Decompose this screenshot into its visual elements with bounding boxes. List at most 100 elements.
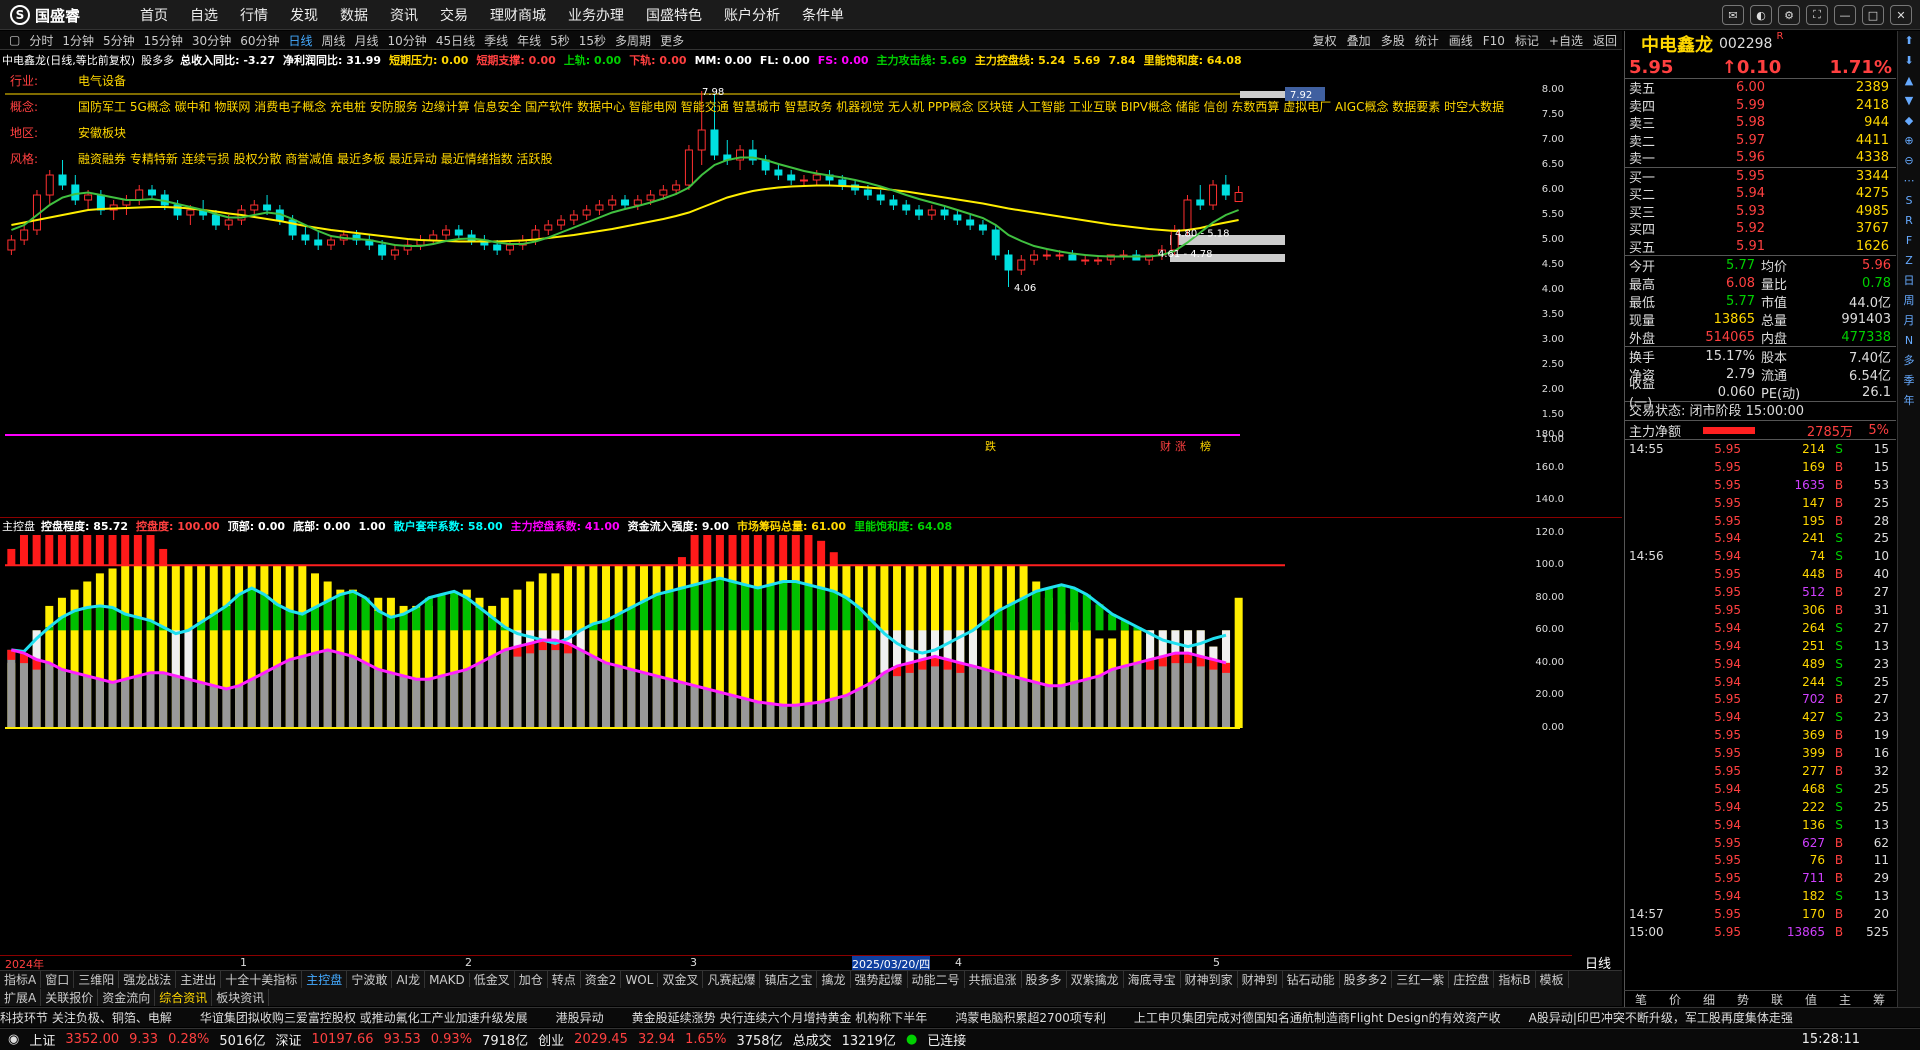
quote-tab[interactable]: 值: [1794, 991, 1828, 1008]
indicator-tab[interactable]: 股多多2: [1340, 971, 1393, 988]
period-tab[interactable]: 周线: [322, 32, 346, 49]
indicator-tab[interactable]: 镇店之宝: [760, 971, 818, 988]
period-tab[interactable]: 5秒: [550, 32, 570, 49]
indicator-tab[interactable]: 财神到: [1238, 971, 1283, 988]
quote-tab[interactable]: 筹: [1862, 991, 1896, 1008]
info-tab[interactable]: 资金流向: [98, 988, 156, 1006]
menu-item[interactable]: 发现: [290, 5, 318, 25]
side-tool[interactable]: 周: [1898, 291, 1920, 311]
side-tool[interactable]: Z: [1898, 251, 1920, 271]
indicator-name[interactable]: 股多多: [141, 54, 174, 67]
news-item[interactable]: 港股异动: [556, 1009, 604, 1026]
menu-item[interactable]: 账户分析: [724, 5, 780, 25]
period-tab[interactable]: 分时: [29, 32, 53, 49]
side-tool-icon[interactable]: ▲: [1898, 71, 1920, 91]
side-tool-icon[interactable]: ⊖: [1898, 151, 1920, 171]
indicator-tab[interactable]: 双紫擒龙: [1067, 971, 1124, 988]
period-tab[interactable]: 月线: [355, 32, 379, 49]
indicator-tab[interactable]: 动能二号: [908, 971, 965, 988]
indicator-tab[interactable]: 强龙战法: [119, 971, 177, 988]
quote-tab[interactable]: 笔: [1624, 991, 1658, 1008]
side-tool[interactable]: R: [1898, 211, 1920, 231]
side-tool-icon[interactable]: ⋯: [1898, 171, 1920, 191]
quote-tab[interactable]: 主: [1828, 991, 1862, 1008]
side-tool-icon[interactable]: ⬇: [1898, 51, 1920, 71]
side-tool-icon[interactable]: ◆: [1898, 111, 1920, 131]
chart-tool-button[interactable]: +自选: [1549, 32, 1583, 49]
indicator-tab[interactable]: 窗口: [41, 971, 75, 988]
indicator-tab[interactable]: 庄控盘: [1449, 971, 1495, 988]
indicator-tab[interactable]: 主控盘: [302, 971, 348, 988]
indicator-tab[interactable]: 财神到家: [1181, 971, 1238, 988]
news-item[interactable]: 上工申贝集团完成对德国知名通航制造商Flight Design的有效资产收: [1134, 1009, 1501, 1026]
menu-item[interactable]: 行情: [240, 5, 268, 25]
indicator-tab[interactable]: 凡赛起爆: [703, 971, 761, 988]
side-tool[interactable]: N: [1898, 331, 1920, 351]
period-tab[interactable]: 更多: [660, 32, 684, 49]
settings-icon[interactable]: ⚙: [1778, 5, 1800, 25]
side-tool-icon[interactable]: ⬆: [1898, 31, 1920, 51]
indicator-tab[interactable]: 加仓: [515, 971, 548, 988]
side-tool[interactable]: S: [1898, 191, 1920, 211]
info-tab[interactable]: 板块资讯: [212, 988, 270, 1006]
quote-tab[interactable]: 价: [1658, 991, 1692, 1008]
message-icon[interactable]: ✉: [1722, 5, 1744, 25]
news-item[interactable]: 黄金股延续涨势 央行连续六个月增持黄金 机构称下半年: [632, 1009, 928, 1026]
news-item[interactable]: A股异动|印巴冲突不断升级，军工股再度集体走强: [1529, 1009, 1793, 1026]
tick-list[interactable]: 14:55 5.95 214 S 15 5.95 169 B 15 5.95 1635 B 53 5.95…: [1625, 440, 1896, 941]
indicator-tab[interactable]: 指标B: [1494, 971, 1536, 988]
menu-item[interactable]: 国盛特色: [646, 5, 702, 25]
period-tab[interactable]: 多周期: [615, 32, 651, 49]
indicator-tab[interactable]: 股多多: [1022, 971, 1067, 988]
info-tab[interactable]: 综合资讯: [155, 988, 213, 1006]
indicator-tab[interactable]: 双金叉: [658, 971, 704, 988]
indicator-tab[interactable]: 强势起爆: [851, 971, 908, 988]
indicator-tab[interactable]: 资金2: [581, 971, 622, 988]
news-item[interactable]: 华谊集团拟收购三爱富控股权 或推动氟化工产业加速升级发展: [200, 1009, 528, 1026]
indicator-tab[interactable]: 低金叉: [470, 971, 515, 988]
period-tab[interactable]: 日线: [288, 32, 312, 49]
menu-item[interactable]: 交易: [440, 5, 468, 25]
indicator-tab[interactable]: 擒龙: [817, 971, 851, 988]
indicator-tab[interactable]: MAKD: [425, 972, 470, 987]
indicator-tab[interactable]: WOL: [621, 972, 659, 987]
menu-item[interactable]: 自选: [190, 5, 218, 25]
minimize-icon[interactable]: —: [1834, 5, 1856, 25]
indicator-tab[interactable]: 指标A: [0, 971, 42, 988]
side-tool-icon[interactable]: ⊕: [1898, 131, 1920, 151]
period-tab[interactable]: 30分钟: [192, 32, 231, 49]
period-tab[interactable]: 5分钟: [103, 32, 135, 49]
period-tab[interactable]: 45日线: [436, 32, 475, 49]
indicator-tab[interactable]: 主进出: [176, 971, 222, 988]
side-tool-icon[interactable]: ▼: [1898, 91, 1920, 111]
chart-tool-button[interactable]: 标记: [1515, 32, 1539, 49]
period-tab[interactable]: 60分钟: [240, 32, 279, 49]
indicator-tab[interactable]: 海底寻宝: [1124, 971, 1181, 988]
chart-tool-button[interactable]: 统计: [1415, 32, 1439, 49]
quote-tab[interactable]: 联: [1760, 991, 1794, 1008]
chart-tool-button[interactable]: 多股: [1381, 32, 1405, 49]
side-tool[interactable]: 年: [1898, 391, 1920, 411]
menu-item[interactable]: 条件单: [802, 5, 844, 25]
control-indicator-chart[interactable]: [0, 535, 1622, 955]
window-icon[interactable]: ▢: [9, 33, 20, 47]
sub-indicator-name[interactable]: 主控盘: [2, 520, 35, 533]
info-tab[interactable]: 扩展A: [0, 988, 42, 1006]
period-tab[interactable]: 15分钟: [144, 32, 183, 49]
side-tool[interactable]: F: [1898, 231, 1920, 251]
skin-icon[interactable]: ◐: [1750, 5, 1772, 25]
maximize-icon[interactable]: □: [1862, 5, 1884, 25]
chart-tool-button[interactable]: 复权: [1313, 32, 1337, 49]
period-tab[interactable]: 15秒: [579, 32, 606, 49]
menu-item[interactable]: 首页: [140, 5, 168, 25]
period-tab[interactable]: 1分钟: [62, 32, 94, 49]
period-tab[interactable]: 10分钟: [388, 32, 427, 49]
close-icon[interactable]: ✕: [1890, 5, 1912, 25]
indicator-tab[interactable]: 模板: [1536, 971, 1569, 988]
indicator-tab[interactable]: 十全十美指标: [221, 971, 303, 988]
menu-item[interactable]: 业务办理: [568, 5, 624, 25]
quote-tab[interactable]: 势: [1726, 991, 1760, 1008]
indicator-tab[interactable]: 转点: [548, 971, 581, 988]
side-tool[interactable]: 月: [1898, 311, 1920, 331]
menu-item[interactable]: 资讯: [390, 5, 418, 25]
